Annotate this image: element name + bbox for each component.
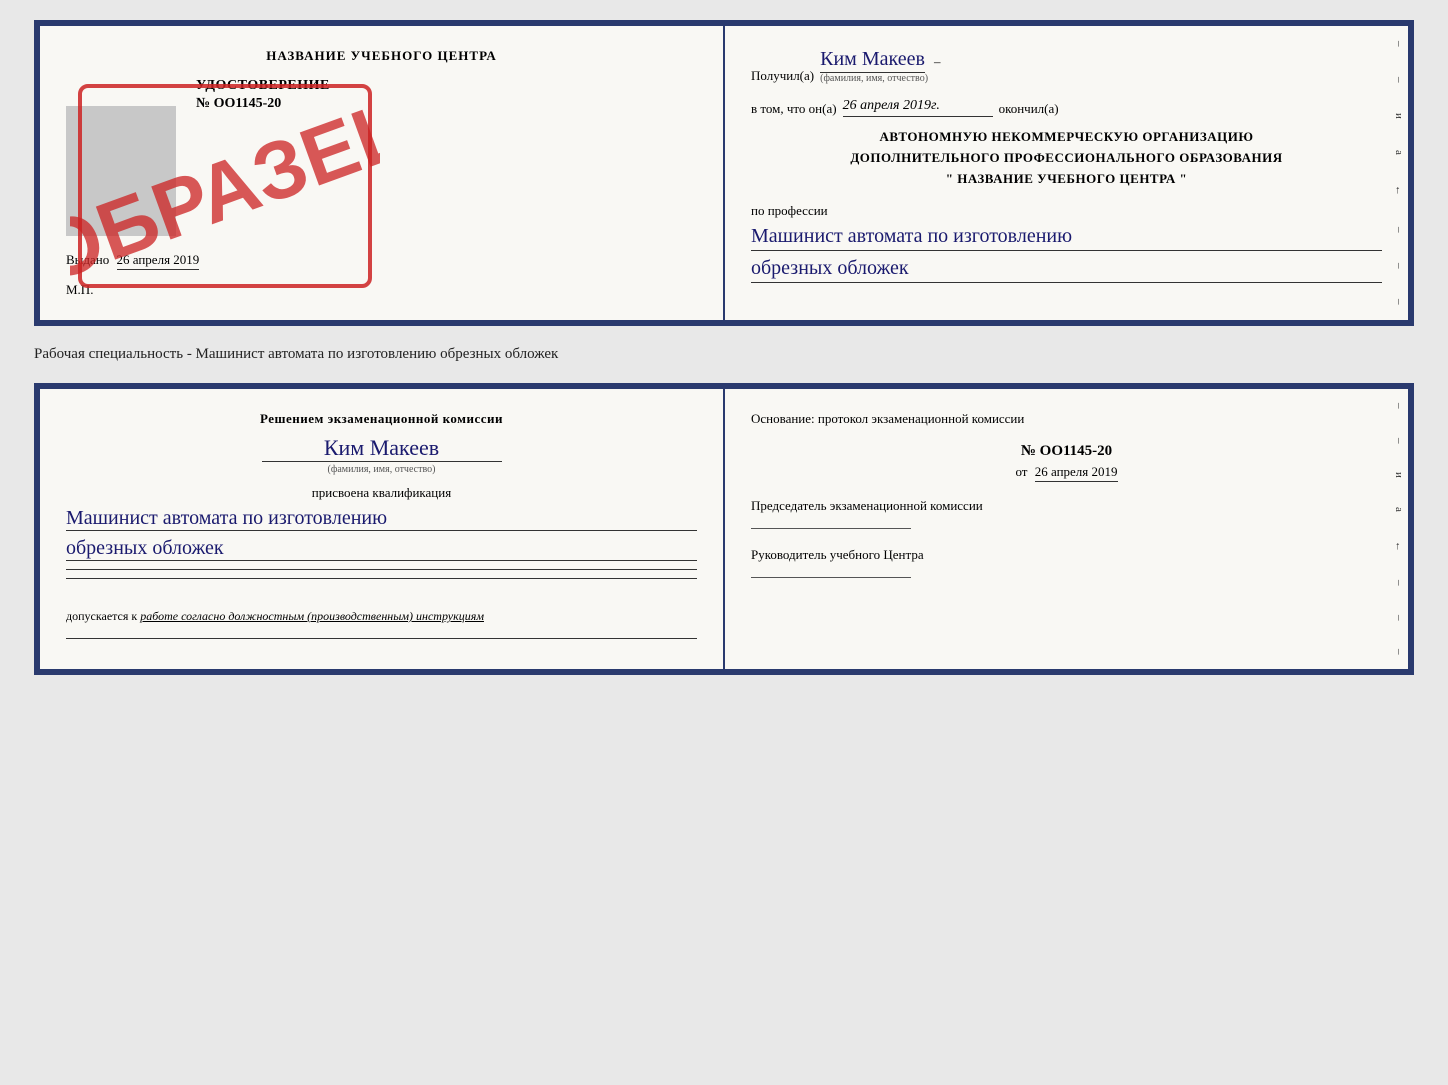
qual-line2: обрезных обложек: [66, 537, 697, 561]
dopuskaetsya-prefix: допускается к: [66, 609, 137, 623]
osnovanie-block: Основание: протокол экзаменационной коми…: [751, 411, 1382, 427]
chairman-sig-line: [751, 528, 911, 529]
vtom-prefix: в том, что он(а): [751, 101, 837, 117]
rukovoditel-sig-line: [751, 577, 911, 578]
svg-text:ОБРАЗЕЦ: ОБРАЗЕЦ: [70, 80, 380, 296]
profession-line2: обрезных обложек: [751, 257, 1382, 283]
edge-marks-top: – – и а ← – – –: [1390, 26, 1408, 320]
bottom-name-sublabel: (фамилия, имя, отчество): [66, 464, 697, 475]
org-line1: АВТОНОМНУЮ НЕКОММЕРЧЕСКУЮ ОРГАНИЗАЦИЮ: [751, 127, 1382, 148]
dopuskaetsya-block: допускается к работе согласно должностны…: [66, 609, 697, 624]
poluchil-prefix: Получил(а): [751, 68, 814, 84]
vtom-date: 26 апреля 2019г.: [843, 98, 993, 117]
obrazec-stamp: ОБРАЗЕЦ: [70, 76, 380, 296]
bottom-name: Ким Макеев: [262, 435, 502, 462]
protocol-number: № OO1145-20: [751, 443, 1382, 460]
rukovoditel-block: Руководитель учебного Центра: [751, 547, 1382, 578]
resheniem-label: Решением экзаменационной комиссии: [66, 411, 697, 427]
school-title-top: НАЗВАНИЕ УЧЕБНОГО ЦЕНТРА: [66, 48, 697, 64]
bottom-left-panel: Решением экзаменационной комиссии Ким Ма…: [40, 389, 725, 669]
dash-after-name: –: [934, 54, 941, 84]
bottom-right-panel: Основание: протокол экзаменационной коми…: [725, 389, 1408, 669]
okonchil-label: окончил(а): [999, 101, 1059, 117]
resheniem-block: Решением экзаменационной комиссии: [66, 411, 697, 427]
middle-caption: Рабочая специальность - Машинист автомат…: [34, 344, 1414, 365]
profession-line1: Машинист автомата по изготовлению: [751, 225, 1382, 251]
rukovoditel-label: Руководитель учебного Центра: [751, 547, 1382, 563]
dopuskaetsya-text: работе согласно должностным (производств…: [140, 609, 484, 623]
recipient-sublabel: (фамилия, имя, отчество): [820, 73, 928, 84]
underline3: [66, 638, 697, 639]
recipient-name: Ким Макеев: [820, 48, 925, 73]
osnovanie-label: Основание: протокол экзаменационной коми…: [751, 411, 1382, 427]
top-left-panel: НАЗВАНИЕ УЧЕБНОГО ЦЕНТРА ОБРАЗЕЦ УДОСТОВ…: [40, 26, 725, 320]
top-right-panel: Получил(а) Ким Макеев (фамилия, имя, отч…: [725, 26, 1408, 320]
ot-date: от 26 апреля 2019: [751, 464, 1382, 480]
org-block: АВТОНОМНУЮ НЕКОММЕРЧЕСКУЮ ОРГАНИЗАЦИЮ ДО…: [751, 127, 1382, 189]
poluchil-row: Получил(а) Ким Макеев (фамилия, имя, отч…: [751, 48, 1382, 84]
chairman-label: Председатель экзаменационной комиссии: [751, 498, 1382, 514]
vtom-row: в том, что он(а) 26 апреля 2019г. окончи…: [751, 98, 1382, 117]
prisvoena-label: присвоена квалификация: [66, 485, 697, 501]
edge-marks-bottom: – – и а ← – – –: [1390, 389, 1408, 669]
org-line2: ДОПОЛНИТЕЛЬНОГО ПРОФЕССИОНАЛЬНОГО ОБРАЗО…: [751, 148, 1382, 169]
org-line3: " НАЗВАНИЕ УЧЕБНОГО ЦЕНТРА ": [751, 169, 1382, 190]
ot-date-value: 26 апреля 2019: [1035, 464, 1118, 482]
top-document: НАЗВАНИЕ УЧЕБНОГО ЦЕНТРА ОБРАЗЕЦ УДОСТОВ…: [34, 20, 1414, 326]
ot-prefix: от: [1015, 464, 1027, 479]
recipient-name-block: Ким Макеев (фамилия, имя, отчество): [820, 48, 928, 84]
underline1: [66, 569, 697, 570]
po-professii-label: по профессии: [751, 203, 1382, 219]
chairman-block: Председатель экзаменационной комиссии: [751, 498, 1382, 529]
bottom-document: Решением экзаменационной комиссии Ким Ма…: [34, 383, 1414, 675]
underline2: [66, 578, 697, 579]
qual-line1: Машинист автомата по изготовлению: [66, 507, 697, 531]
